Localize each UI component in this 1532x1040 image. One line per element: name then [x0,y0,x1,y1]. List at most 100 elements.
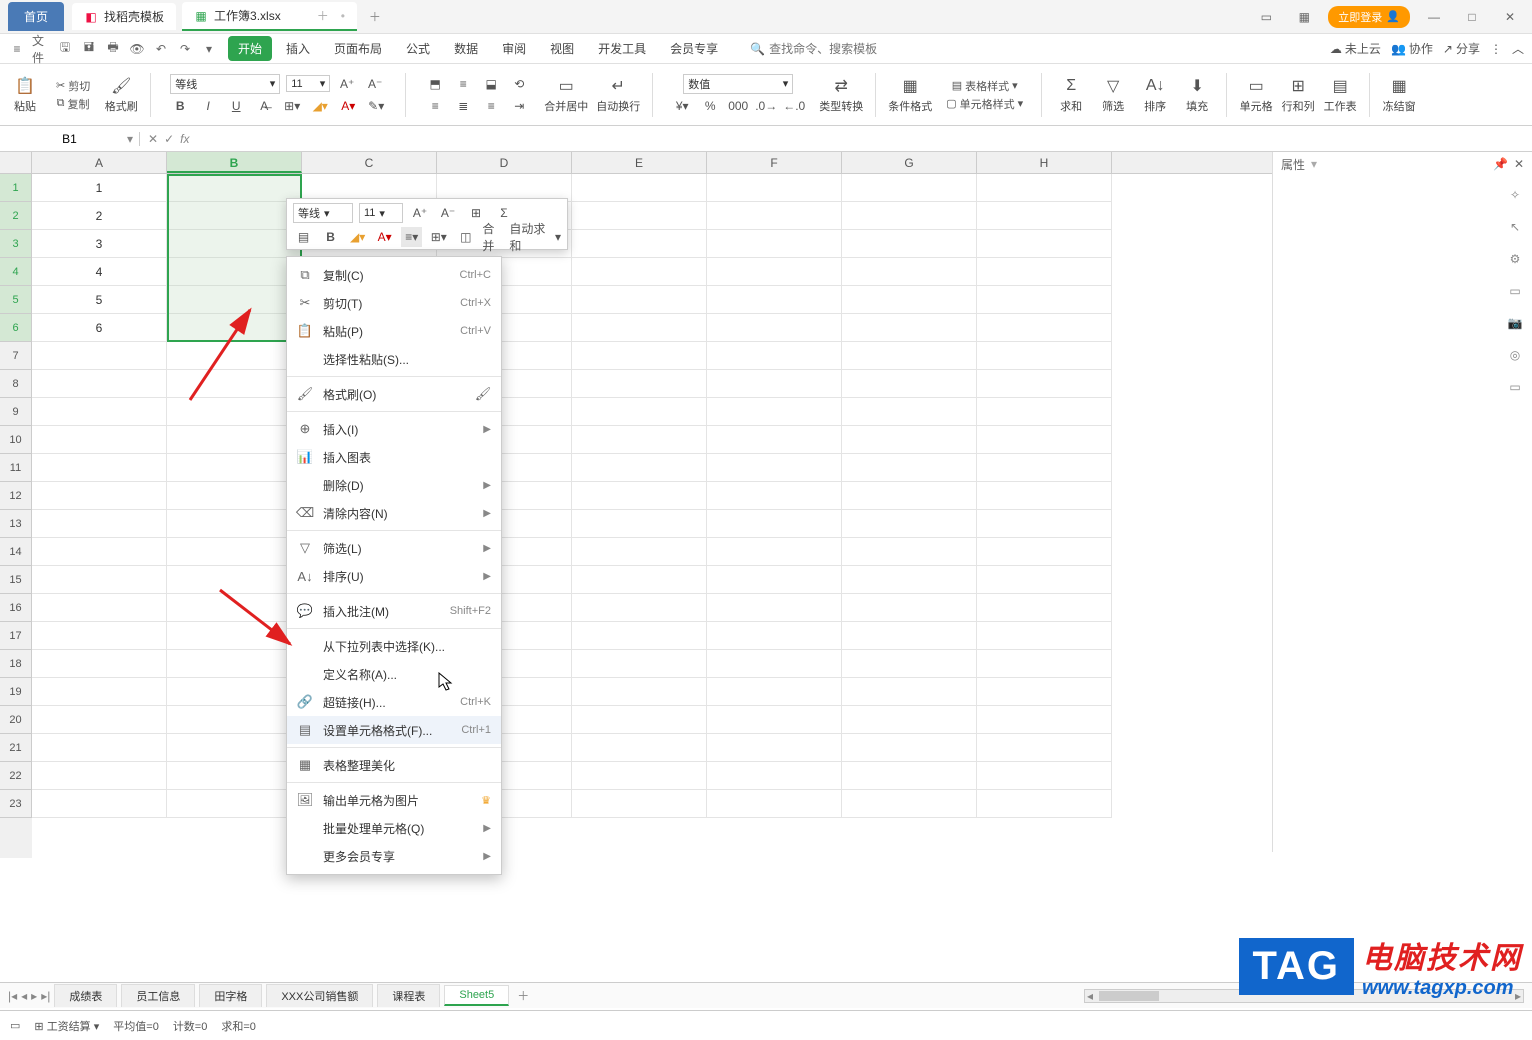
row-header-3[interactable]: 3 [0,230,32,258]
row-header-1[interactable]: 1 [0,174,32,202]
cell[interactable] [842,426,977,454]
cell[interactable] [572,454,707,482]
decrease-font-icon[interactable]: A⁻ [364,74,386,94]
cell[interactable]: 3 [32,230,167,258]
cell[interactable] [32,538,167,566]
tab-workbook[interactable]: ▦ 工作簿3.xlsx ＋ • [182,2,357,31]
row-header-17[interactable]: 17 [0,622,32,650]
cell[interactable] [842,174,977,202]
cell[interactable] [707,482,842,510]
cell[interactable] [707,398,842,426]
cell[interactable] [707,510,842,538]
sheet-tab-1[interactable]: 员工信息 [121,984,195,1007]
menu-tab-layout[interactable]: 页面布局 [324,36,392,61]
cell[interactable] [167,174,302,202]
cell[interactable] [707,538,842,566]
row-header-9[interactable]: 9 [0,398,32,426]
dec-decimal-icon[interactable]: ←.0 [783,96,805,116]
cell[interactable] [707,790,842,818]
cell[interactable] [707,706,842,734]
cell[interactable]: 6 [32,314,167,342]
rowcol-button[interactable]: ⊞行和列 [1281,76,1315,114]
cell[interactable] [707,622,842,650]
cell[interactable] [32,510,167,538]
ctx-Q[interactable]: 批量处理单元格(Q)▶ [287,814,501,842]
cell[interactable] [572,762,707,790]
ctx-D[interactable]: 删除(D)▶ [287,471,501,499]
row-header-23[interactable]: 23 [0,790,32,818]
sort-button[interactable]: A↓排序 [1138,76,1172,114]
cell[interactable] [842,706,977,734]
align-bot-icon[interactable]: ⬓ [480,74,502,94]
italic-button[interactable]: I [197,96,219,116]
cell[interactable] [32,594,167,622]
ctx-N[interactable]: ⌫清除内容(N)▶ [287,499,501,527]
select-all-corner[interactable] [0,152,32,173]
cell[interactable] [32,734,167,762]
accept-fx-icon[interactable]: ✓ [164,132,174,146]
ctx-A[interactable]: 定义名称(A)... [287,660,501,688]
cut-button[interactable]: ✂剪切 [56,78,90,94]
cell[interactable] [32,762,167,790]
tab-templates[interactable]: ◧ 找稻壳模板 [72,3,176,30]
row-header-21[interactable]: 21 [0,734,32,762]
camera-icon[interactable]: 📷 [1508,316,1523,330]
coop-button[interactable]: 👥协作 [1391,40,1433,57]
ctx-[interactable]: 📊插入图表 [287,443,501,471]
cell[interactable]: 1 [32,174,167,202]
align-mid-icon[interactable]: ≡ [452,74,474,94]
cell[interactable] [977,678,1112,706]
percent-icon[interactable]: % [699,96,721,116]
cell[interactable] [572,734,707,762]
cancel-fx-icon[interactable]: ✕ [148,132,158,146]
preview-icon[interactable]: 👁 [128,40,146,58]
border-button[interactable]: ⊞▾ [281,96,303,116]
cell[interactable] [842,314,977,342]
cell[interactable] [842,790,977,818]
cell[interactable] [977,174,1112,202]
cloud-status[interactable]: ☁未上云 [1330,40,1381,57]
cell[interactable] [707,734,842,762]
row-header-2[interactable]: 2 [0,202,32,230]
align-left-icon[interactable]: ≡ [424,96,446,116]
cell[interactable] [167,230,302,258]
cell[interactable] [707,762,842,790]
grid-icon[interactable]: ▦ [1290,3,1318,31]
cell[interactable] [32,790,167,818]
cell[interactable] [167,370,302,398]
cell[interactable] [842,678,977,706]
cell[interactable] [977,398,1112,426]
cell[interactable] [977,762,1112,790]
menu-tab-insert[interactable]: 插入 [276,36,320,61]
cell[interactable] [977,734,1112,762]
cell[interactable] [707,174,842,202]
cell[interactable] [842,370,977,398]
cell[interactable] [842,594,977,622]
cell[interactable] [572,538,707,566]
ctx-L[interactable]: ▽筛选(L)▶ [287,534,501,562]
menu-tab-data[interactable]: 数据 [444,36,488,61]
fill-color-button[interactable]: ◢▾ [309,96,331,116]
cell[interactable] [32,566,167,594]
cell[interactable] [572,398,707,426]
align-center-icon[interactable]: ≣ [452,96,474,116]
ctx-I[interactable]: ⊕插入(I)▶ [287,415,501,443]
sheet-tab-3[interactable]: XXX公司销售额 [266,984,373,1007]
cell[interactable] [842,202,977,230]
mini-format-icon[interactable]: ▤ [293,227,314,247]
share-button[interactable]: ↗分享 [1443,40,1480,57]
cell[interactable] [707,342,842,370]
ctx-M[interactable]: 💬插入批注(M)Shift+F2 [287,597,501,625]
cell[interactable] [977,202,1112,230]
cell[interactable]: 4 [32,258,167,286]
copy-button[interactable]: ⧉复制 [57,96,90,112]
align-top-icon[interactable]: ⬒ [424,74,446,94]
cell[interactable] [707,258,842,286]
align-right-icon[interactable]: ≡ [480,96,502,116]
mini-border[interactable]: ⊞▾ [428,227,449,247]
add-sheet-button[interactable]: ＋ [513,987,533,1004]
row-header-6[interactable]: 6 [0,314,32,342]
indent-icon[interactable]: ⇥ [508,96,530,116]
more-icon[interactable]: ⋮ [1490,42,1502,56]
row-header-22[interactable]: 22 [0,762,32,790]
